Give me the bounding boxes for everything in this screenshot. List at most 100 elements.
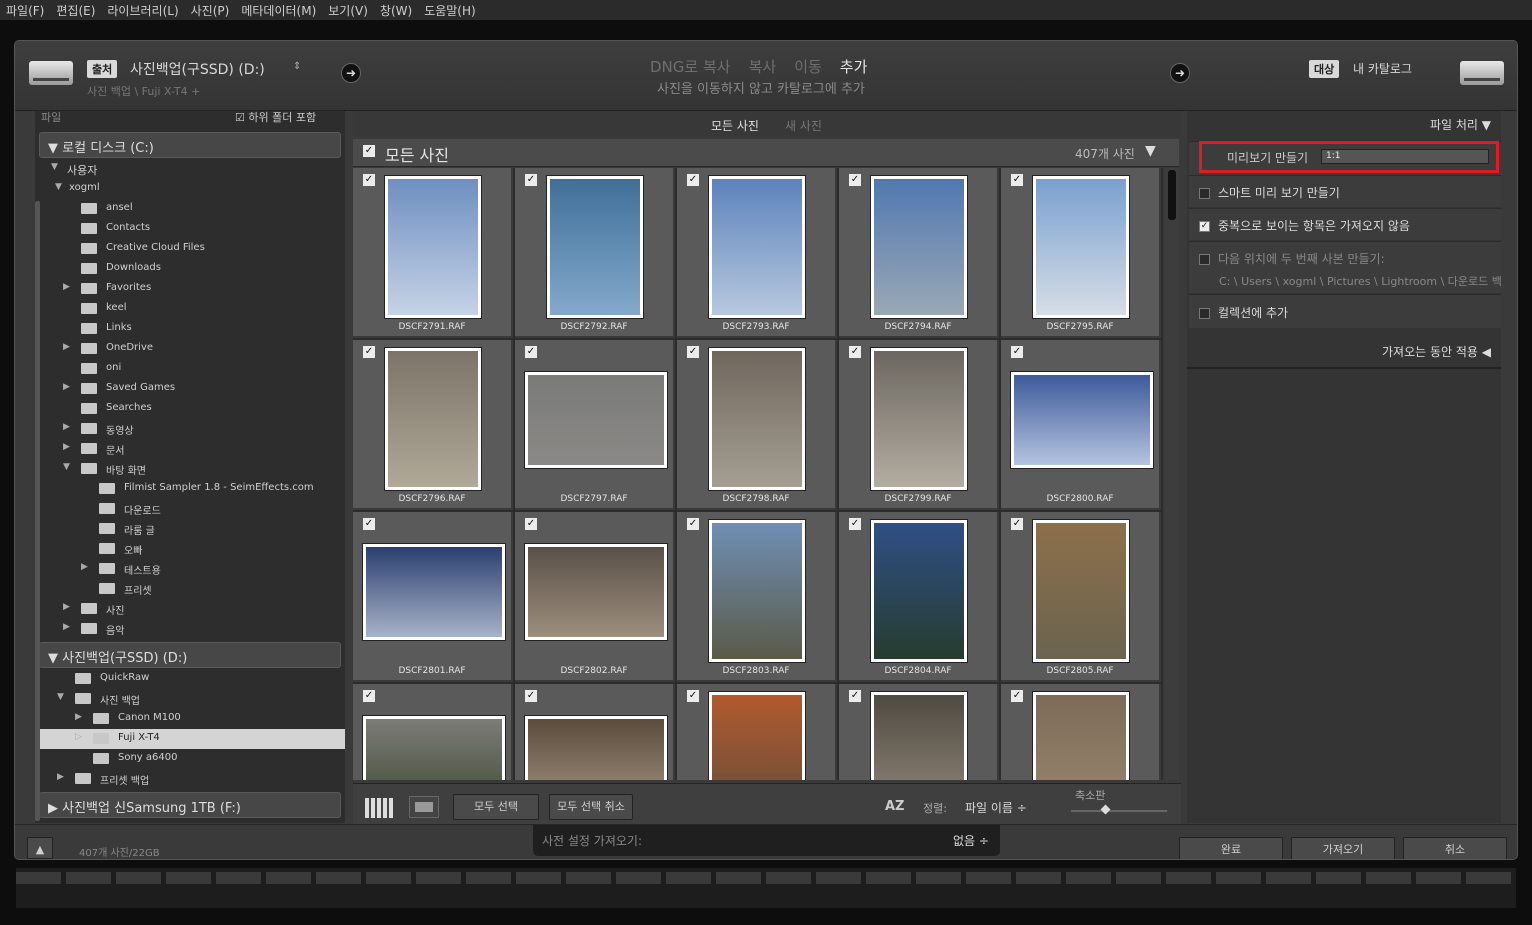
photo-checkbox[interactable]: ✓ xyxy=(363,346,375,358)
add-collection-checkbox[interactable] xyxy=(1199,308,1210,319)
tree-folder[interactable]: Searches xyxy=(35,399,345,419)
menu-item[interactable]: 파일(F) xyxy=(0,0,50,20)
local-disk-header[interactable]: ▼ 로컬 디스크 (C:) xyxy=(39,132,341,158)
photo-cell[interactable]: ✓ DSCF2800.RAF xyxy=(1001,340,1161,510)
photo-cell[interactable]: ✓ DSCF2803.RAF xyxy=(677,512,837,682)
tree-folder[interactable]: Links xyxy=(35,319,345,339)
source-drive-icon[interactable] xyxy=(29,61,73,85)
menu-item[interactable]: 편집(E) xyxy=(50,0,101,20)
done-button[interactable]: 완료 xyxy=(1179,837,1283,859)
tree-folder[interactable]: ▶ 테스트용 xyxy=(35,559,345,579)
cancel-button[interactable]: 취소 xyxy=(1403,837,1507,859)
photo-checkbox[interactable]: ✓ xyxy=(687,346,699,358)
photo-checkbox[interactable]: ✓ xyxy=(1011,174,1023,186)
tab-new-photos[interactable]: 새 사진 xyxy=(785,117,822,134)
photo-cell[interactable]: ✓ DSCF2796.RAF xyxy=(353,340,513,510)
photo-cell[interactable]: ✓ DSCF2795.RAF xyxy=(1001,168,1161,338)
no-duplicates-checkbox[interactable]: ✓ xyxy=(1199,221,1210,232)
second-copy-checkbox[interactable] xyxy=(1199,254,1210,265)
dest-drive-icon[interactable] xyxy=(1460,61,1504,85)
photo-cell[interactable]: ✓ xyxy=(677,684,837,780)
grid-view-icon[interactable] xyxy=(365,798,393,818)
photo-checkbox[interactable]: ✓ xyxy=(687,174,699,186)
photo-checkbox[interactable]: ✓ xyxy=(849,518,861,530)
photo-thumbnail[interactable] xyxy=(363,716,505,780)
no-duplicates-row[interactable]: ✓ 중복으로 보이는 항목은 가져오지 않음 xyxy=(1189,208,1501,240)
tree-folder[interactable]: oni xyxy=(35,359,345,379)
deselect-all-button[interactable]: 모두 선택 취소 xyxy=(549,794,633,820)
tab-all-photos[interactable]: 모든 사진 xyxy=(711,117,759,134)
photo-thumbnail[interactable] xyxy=(871,520,967,662)
photo-thumbnail[interactable] xyxy=(525,716,667,780)
photo-cell[interactable]: ✓ DSCF2797.RAF xyxy=(515,340,675,510)
menu-item[interactable]: 도움말(H) xyxy=(418,0,482,20)
photo-cell[interactable]: ✓ DSCF2794.RAF xyxy=(839,168,999,338)
menu-item[interactable]: 창(W) xyxy=(374,0,418,20)
photo-cell[interactable]: ✓ xyxy=(353,684,513,780)
photo-checkbox[interactable]: ✓ xyxy=(363,174,375,186)
preview-select[interactable]: 1:1 xyxy=(1321,149,1489,164)
smart-preview-row[interactable]: 스마트 미리 보기 만들기 xyxy=(1189,175,1501,207)
menu-item[interactable]: 라이브러리(L) xyxy=(101,0,184,20)
photo-checkbox[interactable]: ✓ xyxy=(363,518,375,530)
loupe-view-icon[interactable] xyxy=(409,796,439,818)
tree-folder[interactable]: ▶ OneDrive xyxy=(35,339,345,359)
tree-folder[interactable]: ▶ 문서 xyxy=(35,439,345,459)
photo-thumbnail[interactable] xyxy=(871,348,967,490)
photo-cell[interactable]: ✓ DSCF2802.RAF xyxy=(515,512,675,682)
photo-cell[interactable]: ✓ DSCF2798.RAF xyxy=(677,340,837,510)
add-collection-row[interactable]: 컬렉션에 추가 xyxy=(1189,294,1501,328)
grid-menu-icon[interactable]: ▼ xyxy=(1145,143,1156,159)
photo-thumbnail[interactable] xyxy=(1033,520,1129,662)
import-button[interactable]: 가져오기 xyxy=(1291,837,1395,859)
source-chevron-icon[interactable]: ⇕ xyxy=(293,61,301,72)
menu-item[interactable]: 메타데이터(M) xyxy=(235,0,322,20)
photo-cell[interactable]: ✓ DSCF2799.RAF xyxy=(839,340,999,510)
tree-folder[interactable]: ansel xyxy=(35,199,345,219)
mode-add[interactable]: 추가 xyxy=(840,56,868,77)
sort-az-icon[interactable]: AZ xyxy=(885,799,905,814)
tree-folder[interactable]: 라룸 글 xyxy=(35,519,345,539)
tree-folder[interactable]: Sony a6400 xyxy=(35,749,345,769)
photo-checkbox[interactable]: ✓ xyxy=(363,690,375,702)
photo-checkbox[interactable]: ✓ xyxy=(687,690,699,702)
photo-cell[interactable]: ✓ xyxy=(839,684,999,780)
photo-thumbnail[interactable] xyxy=(871,176,967,318)
tree-users[interactable]: ▼ 사용자 xyxy=(35,159,345,179)
tree-folder[interactable]: ▶ 음악 xyxy=(35,619,345,639)
left-scrollbar[interactable] xyxy=(35,201,40,821)
mode-move[interactable]: 이동 xyxy=(794,56,822,77)
photo-checkbox[interactable]: ✓ xyxy=(849,690,861,702)
tree-folder[interactable]: ▼ 바탕 화면 xyxy=(35,459,345,479)
tree-folder[interactable]: ▶ 동영상 xyxy=(35,419,345,439)
photo-thumbnail[interactable] xyxy=(385,176,481,318)
menu-item[interactable]: 사진(P) xyxy=(185,0,236,20)
mode-copy[interactable]: 복사 xyxy=(749,56,777,77)
thumbnail-slider[interactable] xyxy=(1071,804,1167,815)
tree-folder[interactable]: ▶ 프리셋 백업 xyxy=(35,769,345,789)
apply-during-header[interactable]: 가져오는 동안 적용 ◀ xyxy=(1187,343,1501,369)
photo-cell[interactable]: ✓ DSCF2792.RAF xyxy=(515,168,675,338)
preset-select[interactable]: 없음 ÷ xyxy=(953,832,989,849)
file-handling-header[interactable]: 파일 처리 ▼ xyxy=(1187,111,1501,137)
photo-checkbox[interactable]: ✓ xyxy=(849,174,861,186)
collapse-up-button[interactable]: ▲ xyxy=(27,837,53,859)
mode-dng-copy[interactable]: DNG로 복사 xyxy=(650,56,731,77)
photo-thumbnail[interactable] xyxy=(709,520,805,662)
tree-folder[interactable]: Contacts xyxy=(35,219,345,239)
photo-checkbox[interactable]: ✓ xyxy=(525,518,537,530)
photo-checkbox[interactable]: ✓ xyxy=(525,174,537,186)
photo-thumbnail[interactable] xyxy=(363,544,505,640)
photo-cell[interactable]: ✓ DSCF2791.RAF xyxy=(353,168,513,338)
tree-folder[interactable]: ▶ Favorites xyxy=(35,279,345,299)
tree-folder[interactable]: Creative Cloud Files xyxy=(35,239,345,259)
tree-folder[interactable]: ▷ Fuji X-T4 xyxy=(35,729,345,749)
drive-d-header[interactable]: ▼ 사진백업(구SSD) (D:) xyxy=(39,642,341,668)
photo-checkbox[interactable]: ✓ xyxy=(1011,690,1023,702)
select-all-checkbox[interactable]: ✓ xyxy=(363,145,375,157)
photo-cell[interactable]: ✓ xyxy=(515,684,675,780)
tree-folder[interactable]: 오빠 xyxy=(35,539,345,559)
photo-checkbox[interactable]: ✓ xyxy=(849,346,861,358)
tree-folder[interactable]: ▶ Saved Games xyxy=(35,379,345,399)
tree-folder[interactable]: Downloads xyxy=(35,259,345,279)
